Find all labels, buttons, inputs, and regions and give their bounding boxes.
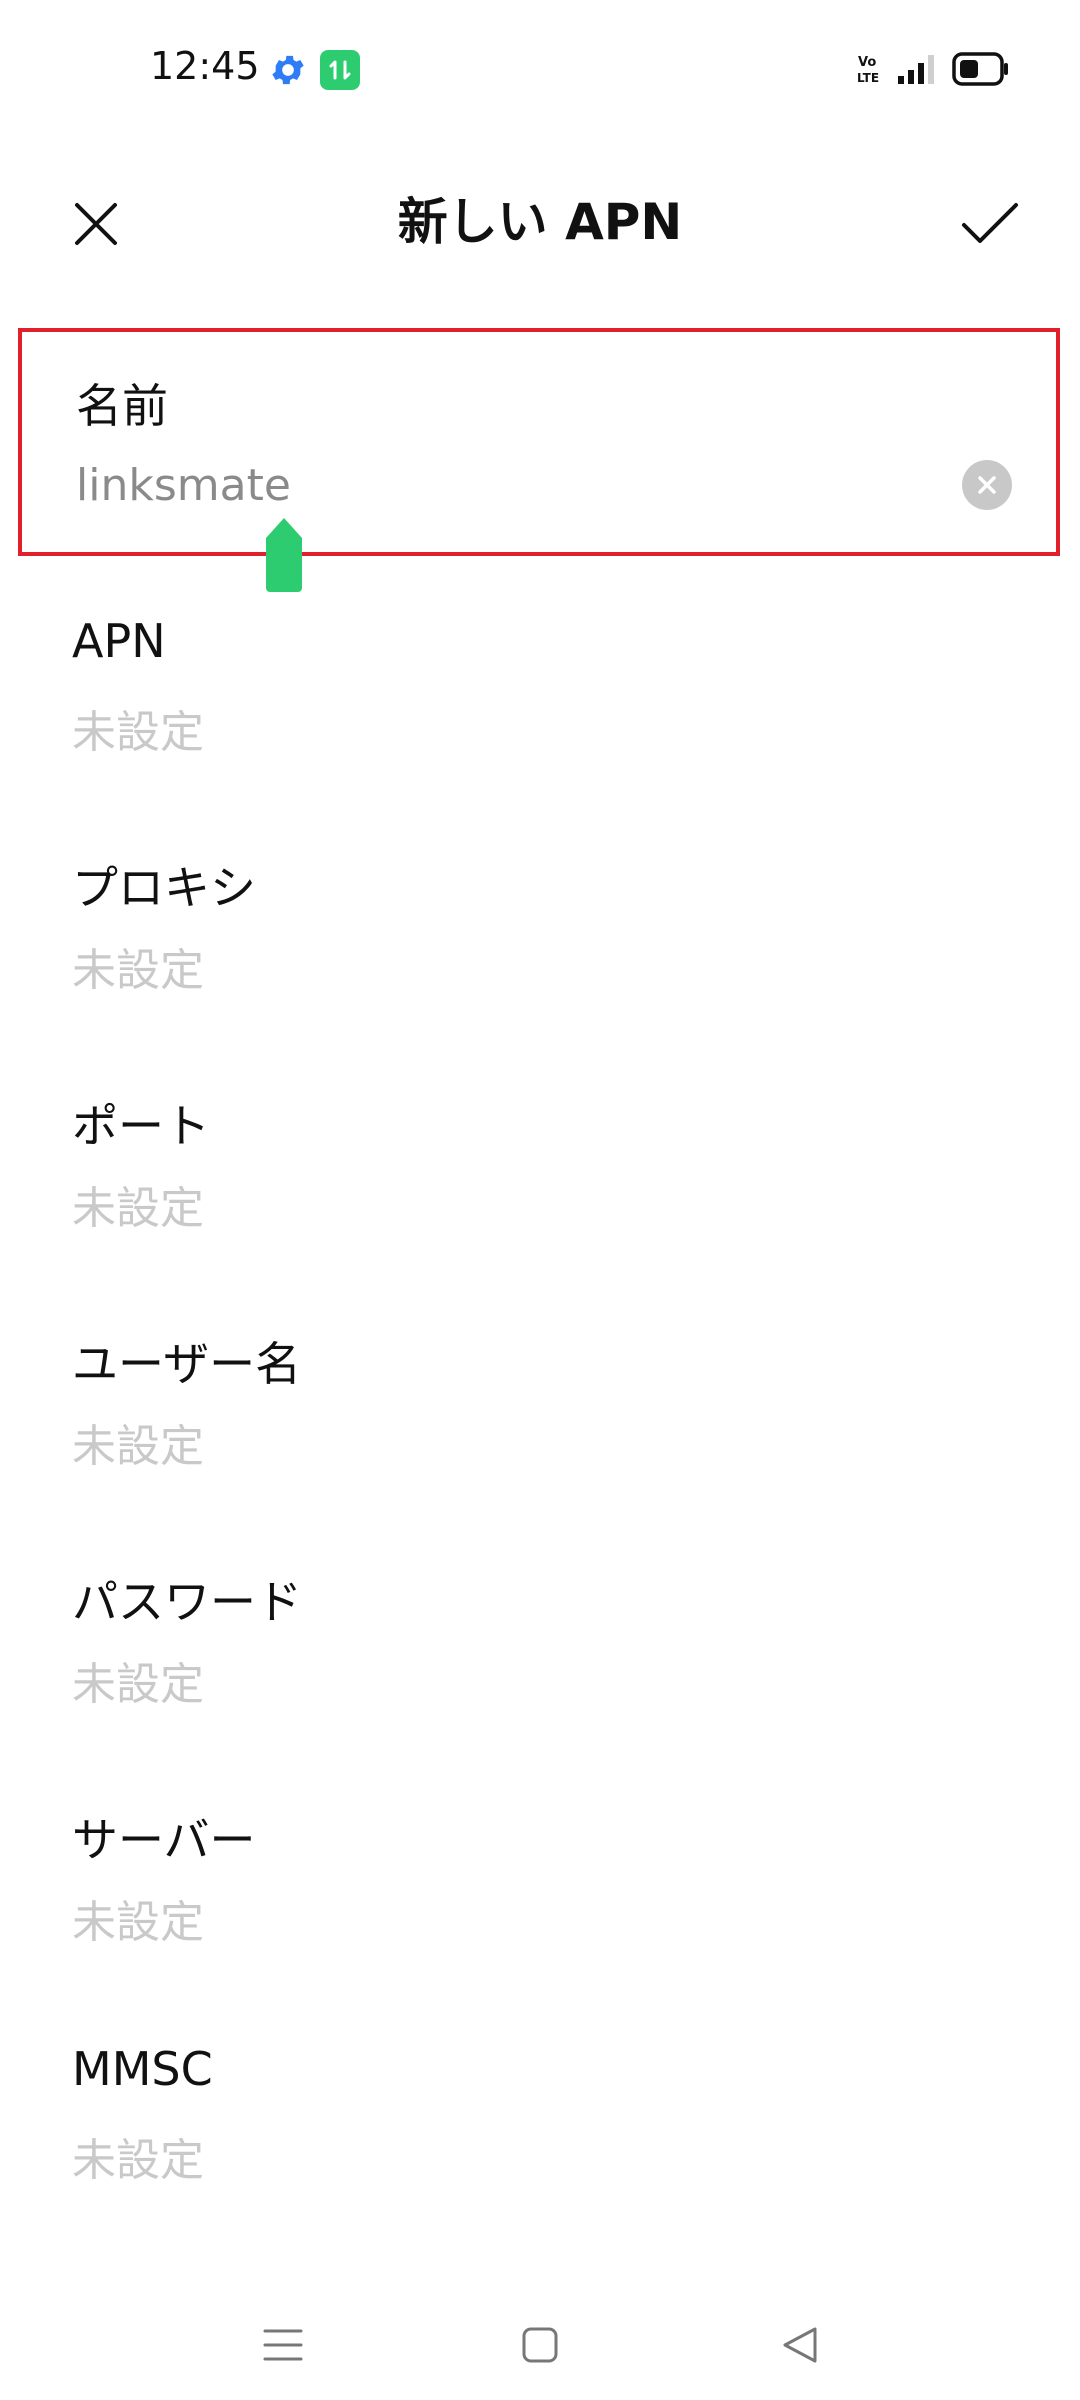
check-icon bbox=[962, 203, 1018, 243]
server-value: 未設定 bbox=[72, 1897, 204, 1948]
proxy-field[interactable]: プロキシ 未設定 bbox=[0, 808, 1080, 1046]
back-icon bbox=[783, 2327, 817, 2363]
apn-value: 未設定 bbox=[72, 707, 204, 758]
mmsc-value: 未設定 bbox=[72, 2135, 204, 2186]
back-button[interactable] bbox=[765, 2310, 835, 2380]
clear-button[interactable] bbox=[962, 460, 1012, 510]
apn-label: APN bbox=[72, 614, 166, 668]
mmsc-field[interactable]: MMSC 未設定 bbox=[0, 1998, 1080, 2236]
proxy-value: 未設定 bbox=[72, 945, 204, 996]
username-value: 未設定 bbox=[72, 1421, 204, 1472]
screen: 12:45 Vo LTE 新しい APN 名前 linksmate APN 未設… bbox=[0, 0, 1080, 2400]
mmsc-label: MMSC bbox=[72, 2042, 213, 2096]
home-icon bbox=[522, 2327, 558, 2363]
navigation-bar bbox=[0, 2290, 1080, 2400]
clear-icon bbox=[978, 476, 996, 494]
port-value: 未設定 bbox=[72, 1183, 204, 1234]
save-button[interactable] bbox=[950, 188, 1030, 260]
gear-icon bbox=[272, 55, 304, 85]
port-field[interactable]: ポート 未設定 bbox=[0, 1046, 1080, 1284]
home-button[interactable] bbox=[505, 2310, 575, 2380]
signal-icon bbox=[898, 55, 934, 84]
port-label: ポート bbox=[72, 1099, 210, 1153]
recent-apps-button[interactable] bbox=[248, 2310, 318, 2380]
password-field[interactable]: パスワード 未設定 bbox=[0, 1522, 1080, 1760]
password-value: 未設定 bbox=[72, 1659, 204, 1710]
svg-text:LTE: LTE bbox=[857, 71, 879, 85]
status-time: 12:45 bbox=[150, 44, 260, 88]
menu-icon bbox=[263, 2329, 303, 2361]
name-label: 名前 bbox=[76, 379, 168, 433]
server-label: サーバー bbox=[72, 1813, 256, 1867]
apn-field[interactable]: APN 未設定 bbox=[0, 570, 1080, 808]
battery-icon bbox=[952, 52, 1008, 86]
username-field[interactable]: ユーザー名 未設定 bbox=[0, 1284, 1080, 1522]
username-label: ユーザー名 bbox=[72, 1337, 302, 1391]
status-bar: 12:45 Vo LTE bbox=[0, 0, 1080, 140]
page-title: 新しい APN bbox=[397, 193, 683, 251]
svg-text:Vo: Vo bbox=[858, 55, 876, 70]
password-label: パスワード bbox=[72, 1575, 302, 1629]
data-transfer-icon bbox=[320, 50, 360, 90]
server-field[interactable]: サーバー 未設定 bbox=[0, 1760, 1080, 1998]
name-field[interactable]: 名前 bbox=[18, 328, 1060, 556]
proxy-label: プロキシ bbox=[72, 861, 256, 915]
volte-icon: Vo LTE bbox=[857, 55, 879, 85]
name-input[interactable] bbox=[76, 450, 956, 520]
app-header: 新しい APN bbox=[0, 140, 1080, 290]
